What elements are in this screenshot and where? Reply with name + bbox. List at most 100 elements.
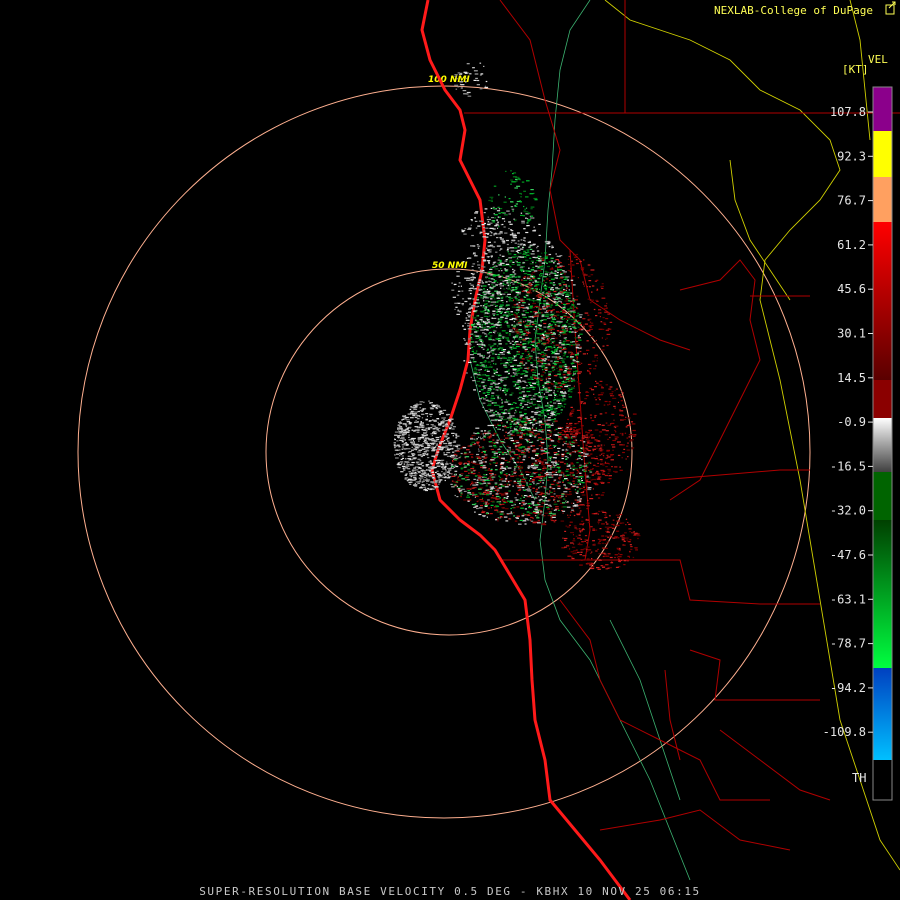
echo-gate	[596, 360, 598, 362]
echo-gate	[442, 468, 446, 470]
echo-gate	[581, 494, 586, 496]
echo-gate	[605, 466, 608, 468]
echo-gate	[471, 434, 476, 437]
echo-gate	[569, 415, 573, 417]
echo-gate	[559, 361, 562, 364]
echo-gate	[529, 257, 532, 259]
echo-gate	[540, 291, 542, 293]
echo-gate	[529, 441, 533, 443]
echo-gate	[580, 401, 584, 403]
echo-gate	[471, 305, 476, 307]
echo-gate	[542, 259, 545, 261]
echo-gate	[493, 372, 496, 375]
echo-gate	[487, 393, 490, 395]
echo-gate	[412, 413, 416, 415]
echo-gate	[465, 456, 470, 458]
echo-gate	[587, 487, 590, 489]
echo-gate	[393, 444, 396, 446]
echo-gate	[550, 261, 554, 263]
echo-gate	[427, 444, 431, 447]
echo-gate	[568, 380, 572, 382]
echo-gate	[433, 486, 438, 488]
echo-gate	[558, 346, 563, 348]
echo-gate	[565, 458, 568, 460]
echo-gate	[584, 417, 587, 420]
echo-gate	[495, 389, 499, 391]
echo-gate	[510, 348, 513, 350]
echo-gate	[482, 379, 486, 381]
echo-gate	[517, 282, 521, 284]
echo-gate	[562, 374, 565, 376]
echo-gate	[438, 474, 442, 476]
echo-gate	[561, 302, 564, 304]
echo-gate	[522, 481, 527, 483]
echo-gate	[521, 353, 524, 355]
echo-gate	[514, 286, 518, 288]
echo-gate	[538, 260, 542, 262]
echo-gate	[436, 465, 441, 467]
echo-gate	[420, 486, 423, 488]
echo-gate	[564, 485, 566, 487]
echo-gate	[471, 338, 473, 340]
echo-gate	[545, 463, 550, 465]
echo-gate	[542, 482, 544, 484]
echo-gate	[567, 372, 571, 374]
echo-gate	[536, 488, 538, 490]
echo-gate	[597, 476, 602, 478]
echo-gate	[526, 495, 529, 497]
echo-gate	[399, 449, 401, 451]
echo-gate	[503, 439, 505, 441]
echo-gate	[617, 401, 619, 403]
echo-gate	[470, 357, 475, 359]
echo-gate	[507, 326, 510, 328]
echo-gate	[543, 385, 545, 387]
echo-gate	[555, 361, 560, 364]
echo-gate	[478, 460, 482, 462]
echo-gate	[490, 357, 495, 359]
echo-gate	[536, 471, 539, 473]
echo-gate	[470, 323, 475, 326]
echo-gate	[411, 437, 414, 440]
echo-gate	[452, 451, 455, 453]
echo-gate	[527, 406, 530, 408]
echo-gate	[475, 330, 479, 332]
echo-gate	[527, 503, 532, 505]
echo-gate	[547, 326, 551, 328]
echo-gate	[482, 348, 485, 350]
echo-gate	[549, 317, 552, 319]
echo-gate	[413, 444, 415, 446]
echo-gate	[429, 461, 432, 463]
echo-gate	[501, 399, 503, 401]
echo-gate	[460, 485, 463, 487]
echo-gate	[425, 469, 428, 471]
echo-gate	[494, 308, 496, 310]
echo-gate	[489, 268, 493, 270]
echo-gate	[497, 520, 499, 522]
echo-gate	[454, 459, 458, 461]
echo-gate	[579, 316, 582, 318]
echo-gate	[521, 314, 526, 316]
echo-gate	[508, 287, 510, 289]
echo-gate	[593, 445, 597, 447]
echo-gate	[620, 400, 623, 402]
echo-gate	[566, 479, 569, 481]
echo-gate	[502, 280, 505, 282]
echo-gate	[403, 463, 406, 465]
echo-gate	[440, 463, 445, 466]
echo-gate	[569, 345, 571, 347]
echo-gate	[553, 345, 556, 347]
echo-gate	[520, 285, 522, 287]
echo-gate	[517, 397, 520, 399]
echo-gate	[472, 466, 475, 468]
echo-gate	[463, 328, 467, 330]
echo-gate	[586, 330, 591, 332]
echo-gate	[559, 343, 561, 345]
echo-gate	[424, 441, 428, 443]
echo-gate	[546, 419, 551, 421]
echo-gate	[407, 468, 411, 470]
echo-gate	[496, 439, 499, 441]
echo-gate	[529, 432, 533, 435]
echo-gate	[573, 327, 575, 329]
echo-gate	[512, 375, 515, 377]
echo-gate	[509, 422, 513, 424]
